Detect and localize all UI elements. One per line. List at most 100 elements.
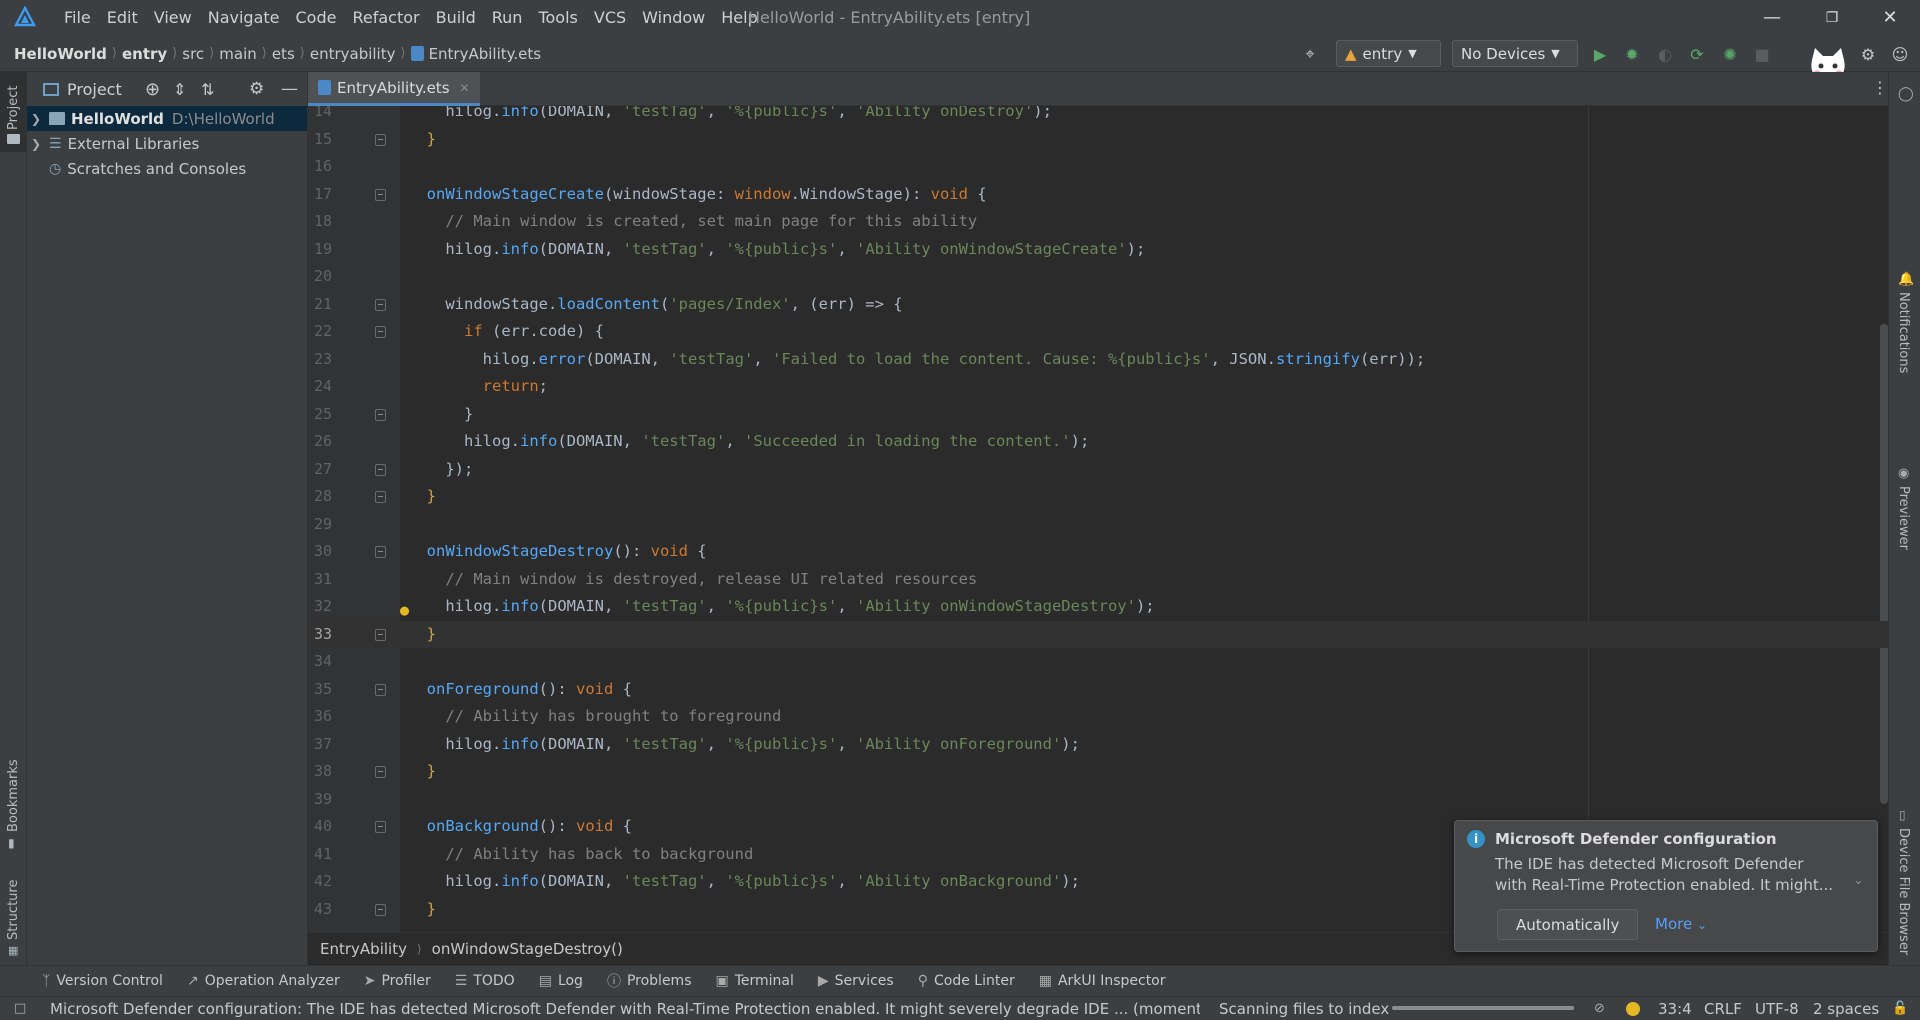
menu-file[interactable]: File (56, 8, 99, 27)
code-line[interactable]: 23 hilog.error(DOMAIN, 'testTag', 'Faile… (308, 346, 1888, 374)
code-line[interactable]: 34 (308, 648, 1888, 676)
fold-marker-icon[interactable] (375, 133, 386, 146)
code-line[interactable]: 14 hilog.info(DOMAIN, 'testTag', '%{publ… (308, 106, 1888, 126)
menu-vcs[interactable]: VCS (586, 8, 634, 27)
breadcrumb-ets[interactable]: ets (272, 45, 295, 63)
fold-marker-icon[interactable] (375, 766, 386, 778)
code-line[interactable]: 28 } (308, 483, 1888, 511)
code-line[interactable]: 32 ● hilog.info(DOMAIN, 'testTag', '%{pub… (308, 593, 1888, 621)
run-icon[interactable]: ▶ (1590, 44, 1610, 64)
minimize-button[interactable]: — (1742, 0, 1802, 35)
code-line[interactable]: 26 hilog.info(DOMAIN, 'testTag', 'Succee… (308, 428, 1888, 456)
editor-breadcrumb-method[interactable]: onWindowStageDestroy() (432, 940, 623, 958)
fold-marker-icon[interactable] (375, 903, 386, 916)
breadcrumb-main[interactable]: main (219, 45, 256, 63)
notifications-stripe-button[interactable]: Notifications (1889, 272, 1920, 373)
debug-icon[interactable]: ✹ (1622, 44, 1642, 64)
bookmarks-stripe-button[interactable]: Bookmarks ▮ (0, 754, 26, 854)
hide-panel-icon[interactable]: — (281, 79, 298, 99)
expand-all-icon[interactable]: ⇕ (173, 80, 186, 99)
code-line[interactable]: 22 if (err.code) { (308, 318, 1888, 346)
locate-icon[interactable]: ⌖ (1300, 44, 1320, 64)
lock-icon[interactable]: 🔓 (1892, 1001, 1908, 1016)
attach-debugger-icon[interactable]: ◐ (1655, 44, 1675, 64)
app-analyzer-icon[interactable]: ◯ (1898, 86, 1914, 102)
menu-view[interactable]: View (146, 8, 200, 27)
code-line[interactable]: 25 } (308, 401, 1888, 429)
file-encoding[interactable]: UTF-8 (1755, 1000, 1799, 1018)
tool-terminal[interactable]: ▣ Terminal (715, 973, 793, 989)
code-line[interactable]: 31 // Main window is destroyed, release … (308, 566, 1888, 594)
status-message[interactable]: Microsoft Defender configuration: The ID… (50, 1000, 1200, 1018)
fold-marker-icon[interactable] (375, 628, 386, 641)
code-editor[interactable]: 14 hilog.info(DOMAIN, 'testTag', '%{publ… (308, 106, 1888, 932)
code-line[interactable]: 36 // Ability has brought to foreground (308, 703, 1888, 731)
expand-notification-icon[interactable]: ⌄ (1853, 873, 1864, 888)
menu-edit[interactable]: Edit (99, 8, 146, 27)
power-save-icon[interactable]: ⊘ (1594, 1001, 1605, 1016)
tool-log[interactable]: ▤ Log (539, 973, 583, 989)
device-file-browser-stripe-button[interactable]: Device File Browser (1889, 808, 1920, 955)
previewer-stripe-button[interactable]: Previewer (1889, 466, 1920, 550)
breadcrumb-entryability[interactable]: entryability (310, 45, 396, 63)
fold-marker-icon[interactable] (375, 188, 386, 201)
tool-version-control[interactable]: ᛉ Version Control (42, 973, 163, 989)
tree-item-helloworld[interactable]: ❯ HelloWorld D:\HelloWorld (27, 106, 307, 131)
collapse-all-icon[interactable]: ⇅ (201, 80, 214, 99)
line-ending[interactable]: CRLF (1704, 1000, 1742, 1018)
indent-setting[interactable]: 2 spaces (1813, 1000, 1879, 1018)
menu-run[interactable]: Run (484, 8, 531, 27)
code-line[interactable]: 21 windowStage.loadContent('pages/Index'… (308, 291, 1888, 319)
project-stripe-button[interactable]: Project (0, 72, 26, 152)
maximize-button[interactable]: ❐ (1802, 0, 1862, 35)
fold-marker-icon[interactable] (375, 463, 386, 476)
code-line[interactable]: 18 // Main window is created, set main p… (308, 208, 1888, 236)
tree-item-scratches[interactable]: ◷ Scratches and Consoles (27, 156, 307, 181)
code-line[interactable]: 38 } (308, 758, 1888, 786)
breadcrumb-module[interactable]: entry (122, 45, 167, 63)
breadcrumb-project[interactable]: HelloWorld (14, 45, 107, 63)
gear-icon[interactable]: ⚙ (249, 79, 264, 99)
editor-tab[interactable]: EntryAbility.ets ✕ (308, 72, 480, 106)
menu-build[interactable]: Build (428, 8, 484, 27)
background-task-label[interactable]: Scanning files to index (1219, 1000, 1389, 1018)
code-line[interactable]: 33 } (308, 620, 1888, 648)
code-line[interactable]: 35 onForeground(): void { (308, 676, 1888, 704)
code-line[interactable]: 16 (308, 153, 1888, 181)
code-line[interactable]: 19 hilog.info(DOMAIN, 'testTag', '%{publ… (308, 236, 1888, 264)
menu-code[interactable]: Code (288, 8, 345, 27)
fold-marker-icon[interactable] (375, 546, 386, 558)
crosshair-icon[interactable]: ⊕ (145, 79, 160, 100)
code-line[interactable]: 29 (308, 511, 1888, 539)
breadcrumb-file[interactable]: EntryAbility.ets (429, 45, 542, 63)
close-window-button[interactable]: ✕ (1860, 0, 1920, 35)
caret-position[interactable]: 33:4 (1658, 1000, 1692, 1018)
tool-todo[interactable]: ☰ TODO (455, 973, 515, 989)
rerun-icon[interactable]: ⟳ (1687, 44, 1707, 64)
run-config-select[interactable]: ▲ entry ▼ (1336, 40, 1441, 67)
fold-marker-icon[interactable] (375, 326, 386, 338)
menu-navigate[interactable]: Navigate (200, 8, 288, 27)
account-icon[interactable]: ☺ (1890, 44, 1910, 64)
editor-breadcrumb-class[interactable]: EntryAbility (320, 940, 407, 958)
close-tab-icon[interactable]: ✕ (460, 81, 470, 95)
panel-toggle-icon[interactable]: □ (14, 1001, 26, 1016)
device-select[interactable]: No Devices ▼ (1452, 40, 1578, 67)
tool-code-linter[interactable]: ⚲ Code Linter (918, 973, 1015, 989)
breadcrumb-src[interactable]: src (182, 45, 204, 63)
fold-marker-icon[interactable] (375, 821, 386, 833)
code-line[interactable]: 17 onWindowStageCreate(windowStage: wind… (308, 181, 1888, 209)
more-options-icon[interactable]: ⋮ (1872, 78, 1888, 97)
code-line[interactable]: 37 hilog.info(DOMAIN, 'testTag', '%{publ… (308, 731, 1888, 759)
code-line[interactable]: 24 return; (308, 373, 1888, 401)
code-line[interactable]: 20 (308, 263, 1888, 291)
code-line[interactable]: 27 }); (308, 456, 1888, 484)
tool-profiler[interactable]: ➤ Profiler (364, 973, 431, 989)
tool-arkui-inspector[interactable]: ▦ ArkUI Inspector (1039, 973, 1166, 989)
fold-marker-icon[interactable] (375, 683, 386, 696)
tool-services[interactable]: ▶ Services (818, 973, 894, 989)
code-line[interactable]: 39 (308, 786, 1888, 814)
code-line[interactable]: 30 onWindowStageDestroy(): void { (308, 538, 1888, 566)
menu-tools[interactable]: Tools (530, 8, 585, 27)
tree-item-external-libraries[interactable]: ❯ ☰ External Libraries (27, 131, 307, 156)
